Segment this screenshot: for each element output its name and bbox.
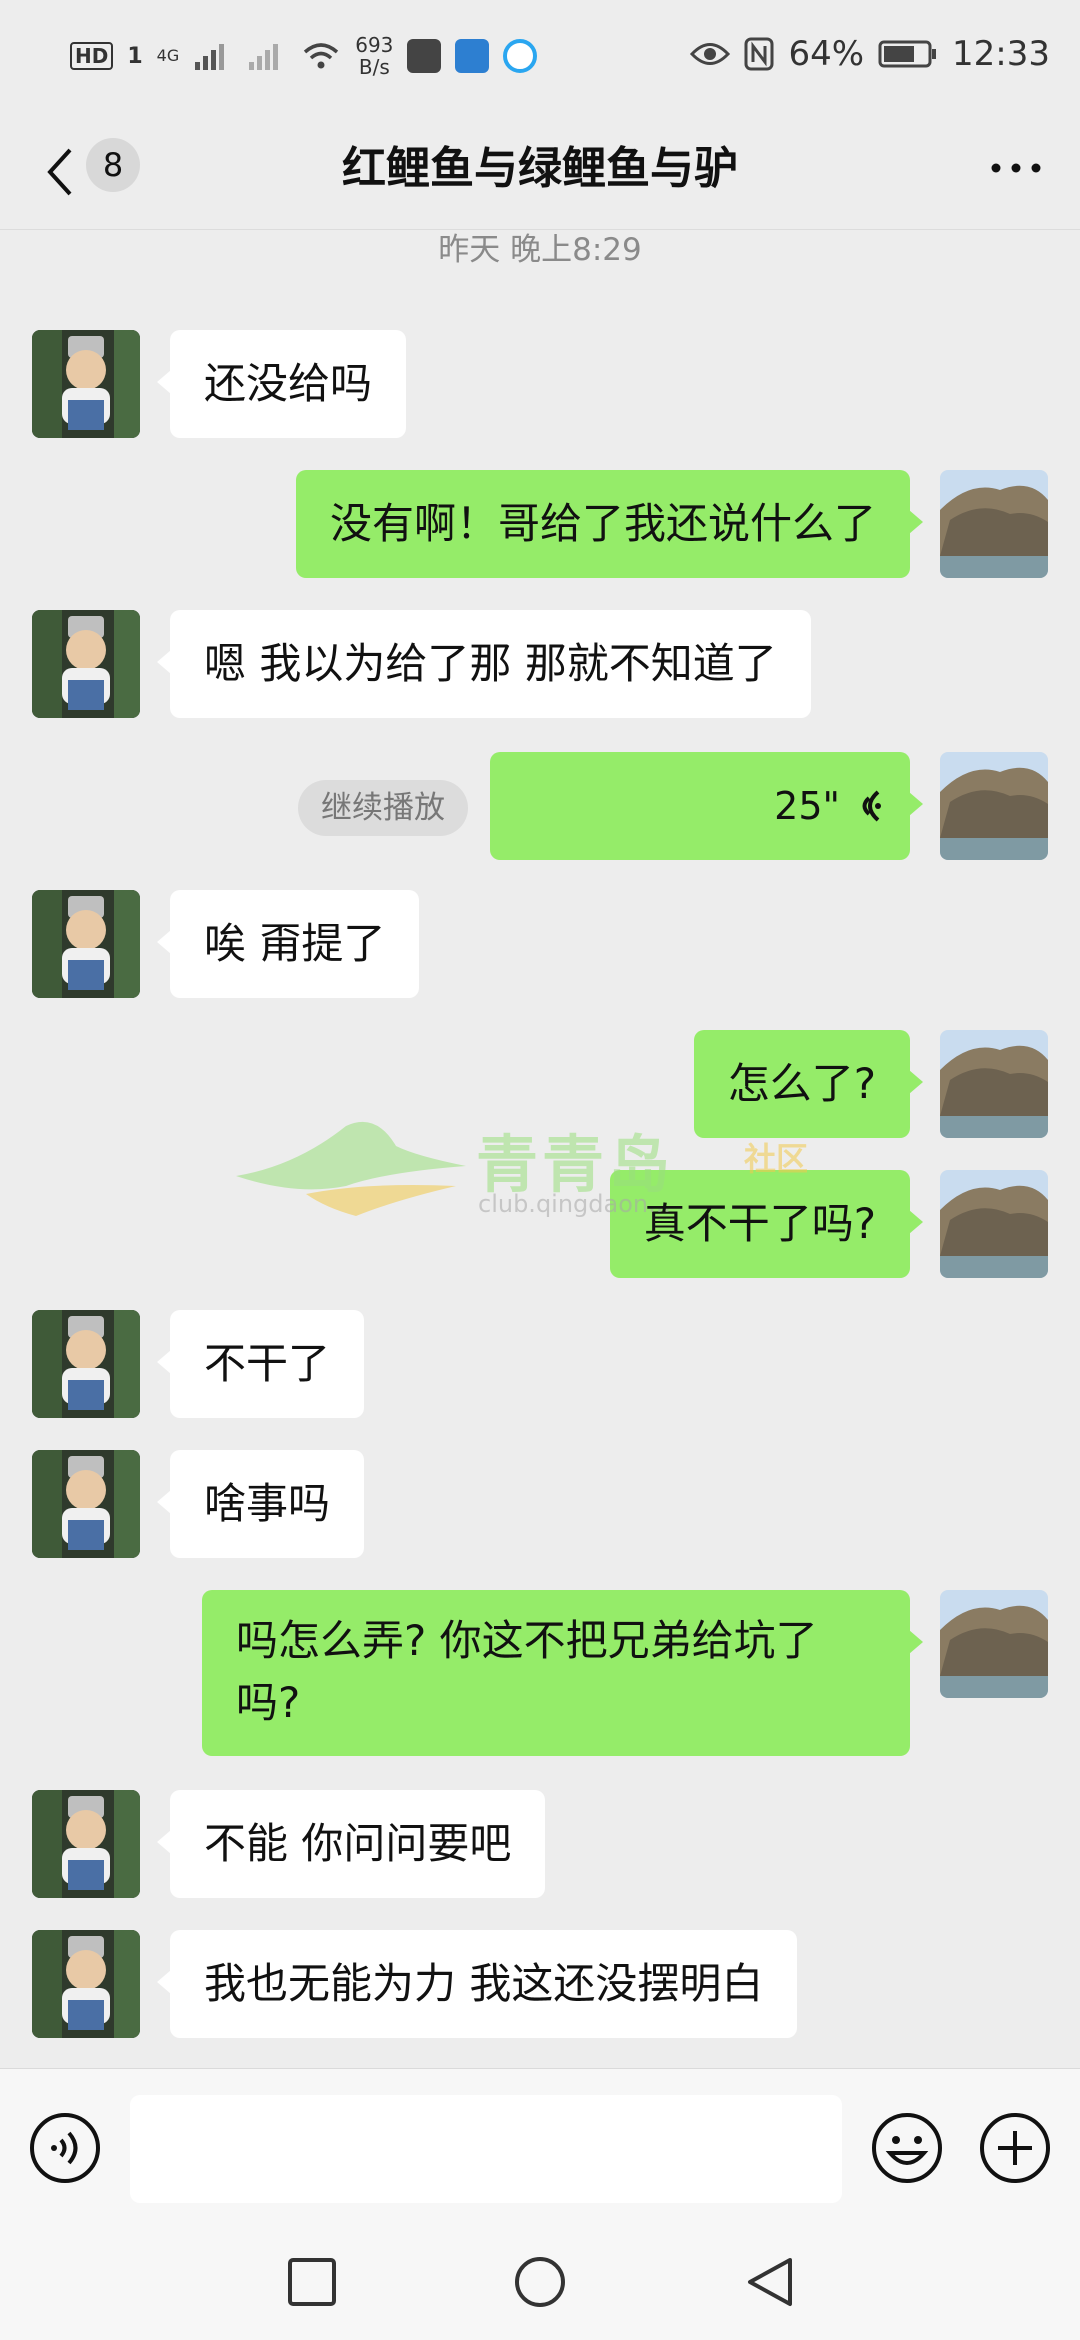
speed-unit: B/s: [358, 55, 390, 79]
contact-avatar[interactable]: [32, 1310, 140, 1418]
battery-icon: [878, 40, 937, 68]
bubble-tail: [157, 930, 171, 954]
incoming-message-bubble[interactable]: 啥事吗: [157, 1450, 365, 1558]
speed-value: 693: [355, 33, 394, 57]
signal-icon-2: [249, 44, 279, 70]
sim-indicator: 1: [127, 43, 143, 69]
status-bar: HD 1 4G 693 B/s 64% 12:33: [0, 0, 1080, 120]
chat-header: 8 红鲤鱼与绿鲤鱼与驴: [0, 120, 1080, 230]
my-avatar[interactable]: [940, 470, 1048, 578]
incoming-message-bubble[interactable]: 唉 甭提了: [157, 890, 420, 998]
eye-icon: [690, 43, 731, 65]
qq-browser-icon: [503, 39, 538, 73]
incoming-message-bubble[interactable]: 还没给吗: [157, 330, 407, 438]
message-text: 唉 甭提了: [204, 919, 386, 968]
contact-avatar[interactable]: [32, 1450, 140, 1558]
contact-avatar[interactable]: [32, 610, 140, 718]
home-circle-icon[interactable]: [512, 2254, 568, 2310]
message-text: 真不干了吗?: [643, 1199, 876, 1248]
message-text: 我也无能为力 我这还没摆明白: [204, 1959, 764, 2008]
message-input[interactable]: [130, 2095, 842, 2203]
clock: 12:33: [952, 34, 1050, 74]
voice-message-bubble[interactable]: 25": [490, 752, 923, 860]
smile-icon[interactable]: [870, 2111, 944, 2185]
message-text: 嗯 我以为给了那 那就不知道了: [204, 639, 777, 688]
my-avatar[interactable]: [940, 1030, 1048, 1138]
outgoing-message-bubble[interactable]: 真不干了吗?: [609, 1170, 923, 1278]
nfc-icon: [744, 37, 774, 71]
voice-input-icon[interactable]: [28, 2111, 102, 2185]
plus-circle-icon[interactable]: [978, 2111, 1052, 2185]
my-avatar[interactable]: [940, 1170, 1048, 1278]
incoming-message-bubble[interactable]: 不干了: [157, 1310, 365, 1418]
battery-percent: 64%: [788, 34, 865, 74]
message-text: 还没给吗: [204, 359, 373, 408]
contact-avatar[interactable]: [32, 330, 140, 438]
bubble-tail: [157, 1490, 171, 1514]
chat-title: 红鲤鱼与绿鲤鱼与驴: [342, 143, 738, 194]
message-text: 没有啊！哥给了我还说什么了: [329, 499, 876, 548]
hd-indicator: HD: [70, 42, 114, 70]
incoming-message-bubble[interactable]: 不能 你问问要吧: [157, 1790, 546, 1898]
status-right: 64% 12:33: [690, 34, 1050, 74]
outgoing-message-bubble[interactable]: 吗怎么弄? 你这不把兄弟给坑了吗?: [202, 1590, 923, 1756]
bubble-tail: [157, 1830, 171, 1854]
bag-app-icon: [407, 39, 442, 73]
outgoing-message-bubble[interactable]: 没有啊！哥给了我还说什么了: [295, 470, 923, 578]
signal-icon: [195, 44, 225, 70]
bubble-tail: [909, 792, 923, 816]
message-text: 不能 你问问要吧: [204, 1819, 512, 1868]
input-bar: [0, 2068, 1080, 2224]
outgoing-message-bubble[interactable]: 怎么了?: [693, 1030, 923, 1138]
bubble-tail: [157, 1970, 171, 1994]
incoming-message-bubble[interactable]: 我也无能为力 我这还没摆明白: [157, 1930, 798, 2038]
message-text: 不干了: [204, 1339, 331, 1388]
message-timestamp: 昨天 晚上8:29: [438, 232, 642, 268]
mountain-logo-icon: [236, 1121, 466, 1216]
message-text: 吗怎么弄? 你这不把兄弟给坑了吗?: [236, 1616, 818, 1727]
voice-duration: 25": [774, 784, 840, 828]
bubble-tail: [909, 1210, 923, 1234]
network-speed: 693 B/s: [355, 34, 393, 78]
contact-avatar[interactable]: [32, 890, 140, 998]
contact-avatar[interactable]: [32, 1930, 140, 2038]
contact-avatar[interactable]: [32, 1790, 140, 1898]
message-text: 怎么了?: [727, 1059, 876, 1108]
status-left: HD 1 4G 693 B/s: [70, 34, 538, 78]
voice-wave-icon: [862, 790, 881, 822]
my-avatar[interactable]: [940, 1590, 1048, 1698]
my-avatar[interactable]: [940, 752, 1048, 860]
continue-playing-button[interactable]: 继续播放: [298, 780, 468, 836]
bolt-app-icon: [455, 39, 490, 73]
bubble-tail: [157, 650, 171, 674]
incoming-message-bubble[interactable]: 嗯 我以为给了那 那就不知道了: [157, 610, 811, 718]
bubble-tail: [909, 1070, 923, 1094]
bubble-tail: [909, 1630, 923, 1654]
network-type: 4G: [156, 46, 180, 65]
bubble-tail: [909, 510, 923, 534]
back-triangle-icon[interactable]: [742, 2254, 798, 2310]
recents-square-icon[interactable]: [284, 2254, 340, 2310]
wifi-icon: [304, 43, 339, 69]
bubble-tail: [157, 370, 171, 394]
bubble-tail: [157, 1350, 171, 1374]
more-horizontal-icon[interactable]: [988, 158, 1044, 178]
message-text: 啥事吗: [204, 1479, 331, 1528]
system-nav-bar: [0, 2224, 1080, 2340]
